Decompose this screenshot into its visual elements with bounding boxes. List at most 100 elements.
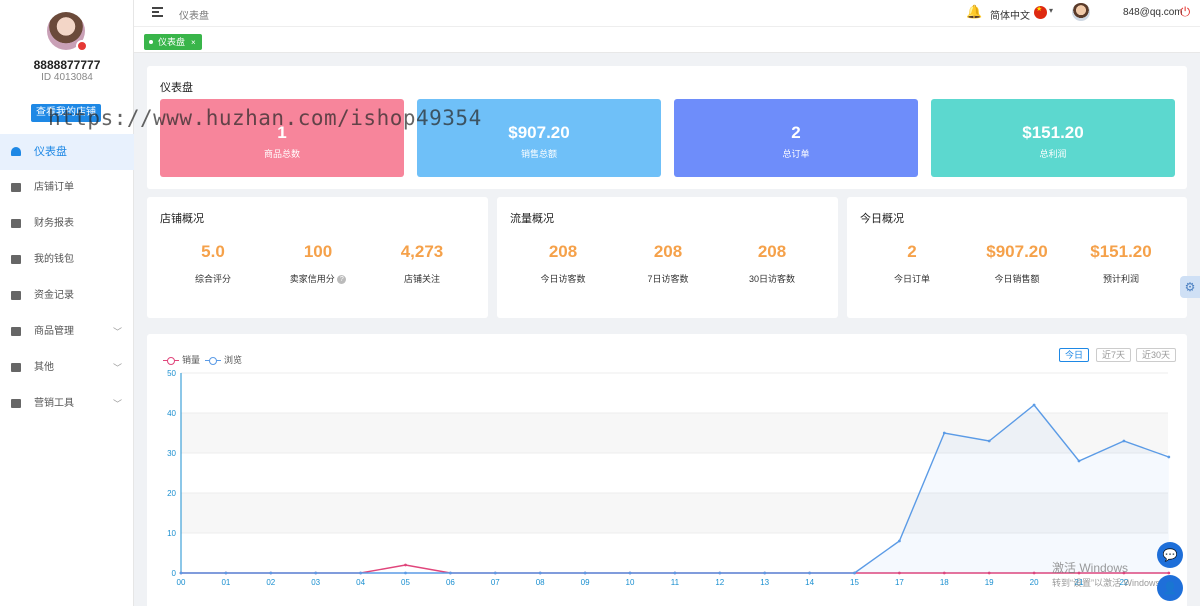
dashboard-icon — [11, 147, 21, 156]
metric-value: $151.20 — [1090, 242, 1152, 261]
metric: 208 30日访客数 — [717, 242, 827, 285]
store-overview-panel: 店铺概况 5.0 综合评分 100 卖家信用分 ? 4,273 店铺关注 — [147, 197, 488, 318]
metric-value: 5.0 — [201, 242, 225, 261]
stat-label: 总订单 — [782, 149, 810, 159]
stat-label: 销售总额 — [520, 149, 557, 159]
metric: 5.0 综合评分 — [158, 242, 268, 285]
sidebar-item-2[interactable]: 财务报表 — [0, 206, 134, 242]
legend-item-sales[interactable]: 销量 — [163, 353, 200, 366]
metric-label: 30日访客数 — [717, 272, 827, 285]
legend-item-views[interactable]: 浏览 — [205, 353, 242, 366]
sidebar-item-6[interactable]: 其他 ﹀ — [0, 350, 134, 386]
range-30days-button[interactable]: 近30天 — [1136, 348, 1177, 362]
china-flag-icon[interactable] — [1034, 5, 1047, 19]
sidebar-item-label: 我的钱包 — [34, 254, 74, 265]
stat-label: 商品总数 — [263, 149, 300, 159]
metric-value: 100 — [303, 242, 333, 261]
stat-value: $151.20 — [1022, 123, 1084, 142]
sidebar-item-label: 商品管理 — [34, 326, 74, 337]
power-icon[interactable]: ⏻ — [1180, 4, 1190, 20]
panel-title: 今日概况 — [860, 213, 904, 225]
metric: $907.20 今日销售额 — [962, 242, 1072, 285]
sidebar-item-0[interactable]: 仪表盘 — [0, 134, 134, 170]
metric-label: 今日销售额 — [962, 272, 1072, 285]
metric: $151.20 预计利润 — [1066, 242, 1176, 285]
metric-label-text: 综合评分 — [194, 274, 231, 284]
metric-value: 208 — [653, 242, 683, 261]
clipboard-icon — [11, 183, 21, 192]
metric-label-text: 店铺关注 — [403, 274, 440, 284]
chevron-down-icon[interactable]: ﹀ — [113, 314, 122, 350]
range-today-button[interactable]: 今日 — [1059, 348, 1090, 362]
metric-label: 今日订单 — [857, 272, 967, 285]
top-user-avatar[interactable] — [1072, 3, 1090, 21]
today-overview-panel: 今日概况 2 今日订单 $907.20 今日销售额 $151.20 预计利润 — [847, 197, 1187, 318]
sidebar-item-1[interactable]: 店铺订单 — [0, 170, 134, 206]
traffic-overview-panel: 流量概况 208 今日访客数 208 7日访客数 208 30日访客数 — [497, 197, 838, 318]
caret-down-icon[interactable]: ▾ — [1049, 6, 1053, 15]
sidebar: 8888877777 ID 4013084 查看我的店铺 仪表盘 店铺订单 财务报表… — [0, 0, 134, 606]
top-bar: 仪表盘 🔔 简体中文 ▾ 848@qq.com ⏻ — [134, 0, 1200, 27]
metric-label-text: 7日访客数 — [647, 274, 689, 284]
wallet-icon — [11, 255, 21, 264]
sidebar-item-3[interactable]: 我的钱包 — [0, 242, 134, 278]
legend-label: 销量 — [182, 355, 201, 365]
metric: 208 今日访客数 — [508, 242, 618, 285]
avatar-badge-icon — [76, 40, 88, 52]
user-id: ID 4013084 — [41, 72, 93, 83]
language-selector[interactable]: 简体中文 — [990, 7, 1030, 22]
sidebar-item-7[interactable]: 营销工具 ﹀ — [0, 386, 134, 422]
user-name: 8888877777 — [33, 58, 101, 72]
stat-card[interactable]: 2 总订单 — [674, 99, 918, 177]
metric-value: 208 — [757, 242, 787, 261]
metric-value: $907.20 — [986, 242, 1048, 261]
range-7days-button[interactable]: 近7天 — [1096, 348, 1132, 362]
metric-label-text: 今日销售额 — [994, 274, 1040, 284]
chat-icon[interactable]: 💬 — [1157, 542, 1183, 568]
sidebar-item-label: 营销工具 — [34, 398, 74, 409]
tab-label: 仪表盘 — [158, 37, 186, 47]
chevron-down-icon[interactable]: ﹀ — [113, 350, 122, 386]
metric-label: 今日访客数 — [508, 272, 618, 285]
stat-card[interactable]: $151.20 总利润 — [931, 99, 1175, 177]
user-email[interactable]: 848@qq.com — [1123, 7, 1183, 18]
user-avatar[interactable] — [47, 12, 88, 52]
sidebar-item-label: 店铺订单 — [34, 182, 74, 193]
chevron-down-icon[interactable]: ﹀ — [113, 386, 122, 422]
tab-dashboard[interactable]: 仪表盘 × — [144, 34, 202, 50]
sidebar-item-label: 资金记录 — [34, 290, 74, 301]
stat-label: 总利润 — [1039, 149, 1067, 159]
sidebar-item-label: 仪表盘 — [34, 146, 67, 158]
metric-label: 店铺关注 — [367, 272, 477, 285]
customer-service-icon[interactable]: 👤 — [1157, 575, 1183, 601]
metric-label-text: 预计利润 — [1102, 274, 1139, 284]
menu-toggle-icon[interactable] — [152, 7, 163, 17]
legend-label: 浏览 — [224, 355, 243, 365]
close-icon[interactable]: × — [191, 38, 196, 47]
metric-label-text: 卖家信用分 — [289, 274, 335, 284]
metric-label: 综合评分 — [158, 272, 268, 285]
settings-gear-icon[interactable]: ⚙ — [1180, 276, 1200, 298]
metric-value: 208 — [548, 242, 578, 261]
sidebar-item-4[interactable]: 资金记录 — [0, 278, 134, 314]
metric: 100 卖家信用分 ? — [263, 242, 373, 285]
panel-title: 流量概况 — [510, 213, 554, 225]
metric-label: 卖家信用分 ? — [263, 272, 373, 285]
panel-title: 仪表盘 — [160, 82, 193, 94]
sidebar-item-label: 其他 — [34, 362, 54, 373]
sidebar-item-5[interactable]: 商品管理 ﹀ — [0, 314, 134, 350]
bell-icon[interactable]: 🔔 — [966, 4, 982, 20]
site-watermark: https://www.huzhan.com/ishop49354 — [48, 106, 482, 130]
tab-strip: 仪表盘 × — [134, 27, 1200, 53]
help-icon[interactable]: ? — [337, 275, 347, 285]
windows-activation-text: 转到“设置”以激活 Windows。 — [1052, 578, 1170, 588]
metric: 208 7日访客数 — [613, 242, 723, 285]
record-icon — [11, 291, 21, 300]
breadcrumb: 仪表盘 — [179, 11, 209, 22]
windows-activation-title: 激活 Windows — [1052, 561, 1129, 575]
stat-value: 2 — [791, 123, 801, 142]
metric: 2 今日订单 — [857, 242, 967, 285]
chart-box-icon — [11, 219, 21, 228]
panel-title: 店铺概况 — [160, 213, 204, 225]
metric-value: 4,273 — [400, 242, 444, 261]
